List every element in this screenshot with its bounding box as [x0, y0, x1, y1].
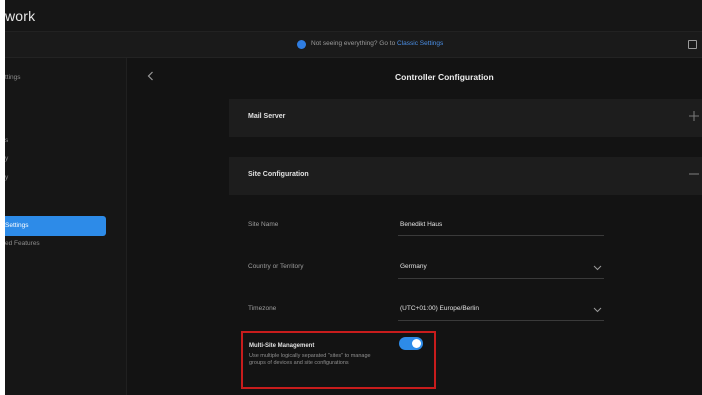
sidebar-item-settings-top[interactable]: ttings [5, 74, 21, 81]
chevron-down-icon[interactable] [593, 265, 602, 271]
multi-site-toggle[interactable] [399, 337, 423, 350]
plus-icon[interactable] [687, 109, 701, 123]
sidebar-item-advanced-features[interactable]: ed Features [5, 240, 40, 247]
section-label: Mail Server [248, 113, 286, 120]
section-label: Site Configuration [248, 171, 309, 178]
country-select[interactable]: Germany [400, 263, 427, 270]
multi-site-title: Multi-Site Management [249, 343, 315, 349]
notice-bar: Not seeing everything? Go to Classic Set… [5, 32, 702, 58]
app-window: work Not seeing everything? Go to Classi… [5, 0, 702, 395]
country-underline [398, 278, 604, 279]
toggle-knob [412, 339, 421, 348]
sidebar-item-4[interactable]: y [5, 174, 8, 181]
timezone-label: Timezone [248, 305, 277, 312]
section-mail-server[interactable]: Mail Server [229, 99, 702, 137]
multi-site-description: Use multiple logically separated "sites"… [249, 353, 371, 366]
sidebar-item-2[interactable]: s [5, 137, 8, 144]
minus-icon[interactable] [687, 167, 701, 181]
site-name-underline [398, 235, 604, 236]
sidebar-item-settings[interactable]: Settings [5, 216, 106, 236]
sidebar: ttings s y y Settings ed Features [5, 58, 127, 395]
chevron-down-icon[interactable] [593, 307, 602, 313]
sidebar-item-3[interactable]: y [5, 155, 8, 162]
chevron-left-icon[interactable] [145, 70, 157, 82]
app-title: work [5, 8, 36, 24]
section-site-configuration[interactable]: Site Configuration [229, 157, 702, 195]
site-name-label: Site Name [248, 221, 279, 228]
top-bar: work [5, 0, 702, 32]
timezone-underline [398, 320, 604, 321]
page-title: Controller Configuration [395, 72, 494, 82]
sidebar-item-label: Settings [5, 222, 29, 229]
classic-settings-link[interactable]: Classic Settings [397, 40, 443, 47]
timezone-select[interactable]: (UTC+01:00) Europe/Berlin [400, 305, 479, 312]
notice-message: Not seeing everything? Go to [311, 40, 397, 47]
info-icon [297, 40, 306, 49]
checkbox-icon[interactable] [688, 40, 697, 49]
country-label: Country or Territory [248, 263, 304, 270]
site-name-field[interactable]: Benedikt Haus [400, 221, 442, 228]
notice-text: Not seeing everything? Go to Classic Set… [311, 40, 443, 47]
